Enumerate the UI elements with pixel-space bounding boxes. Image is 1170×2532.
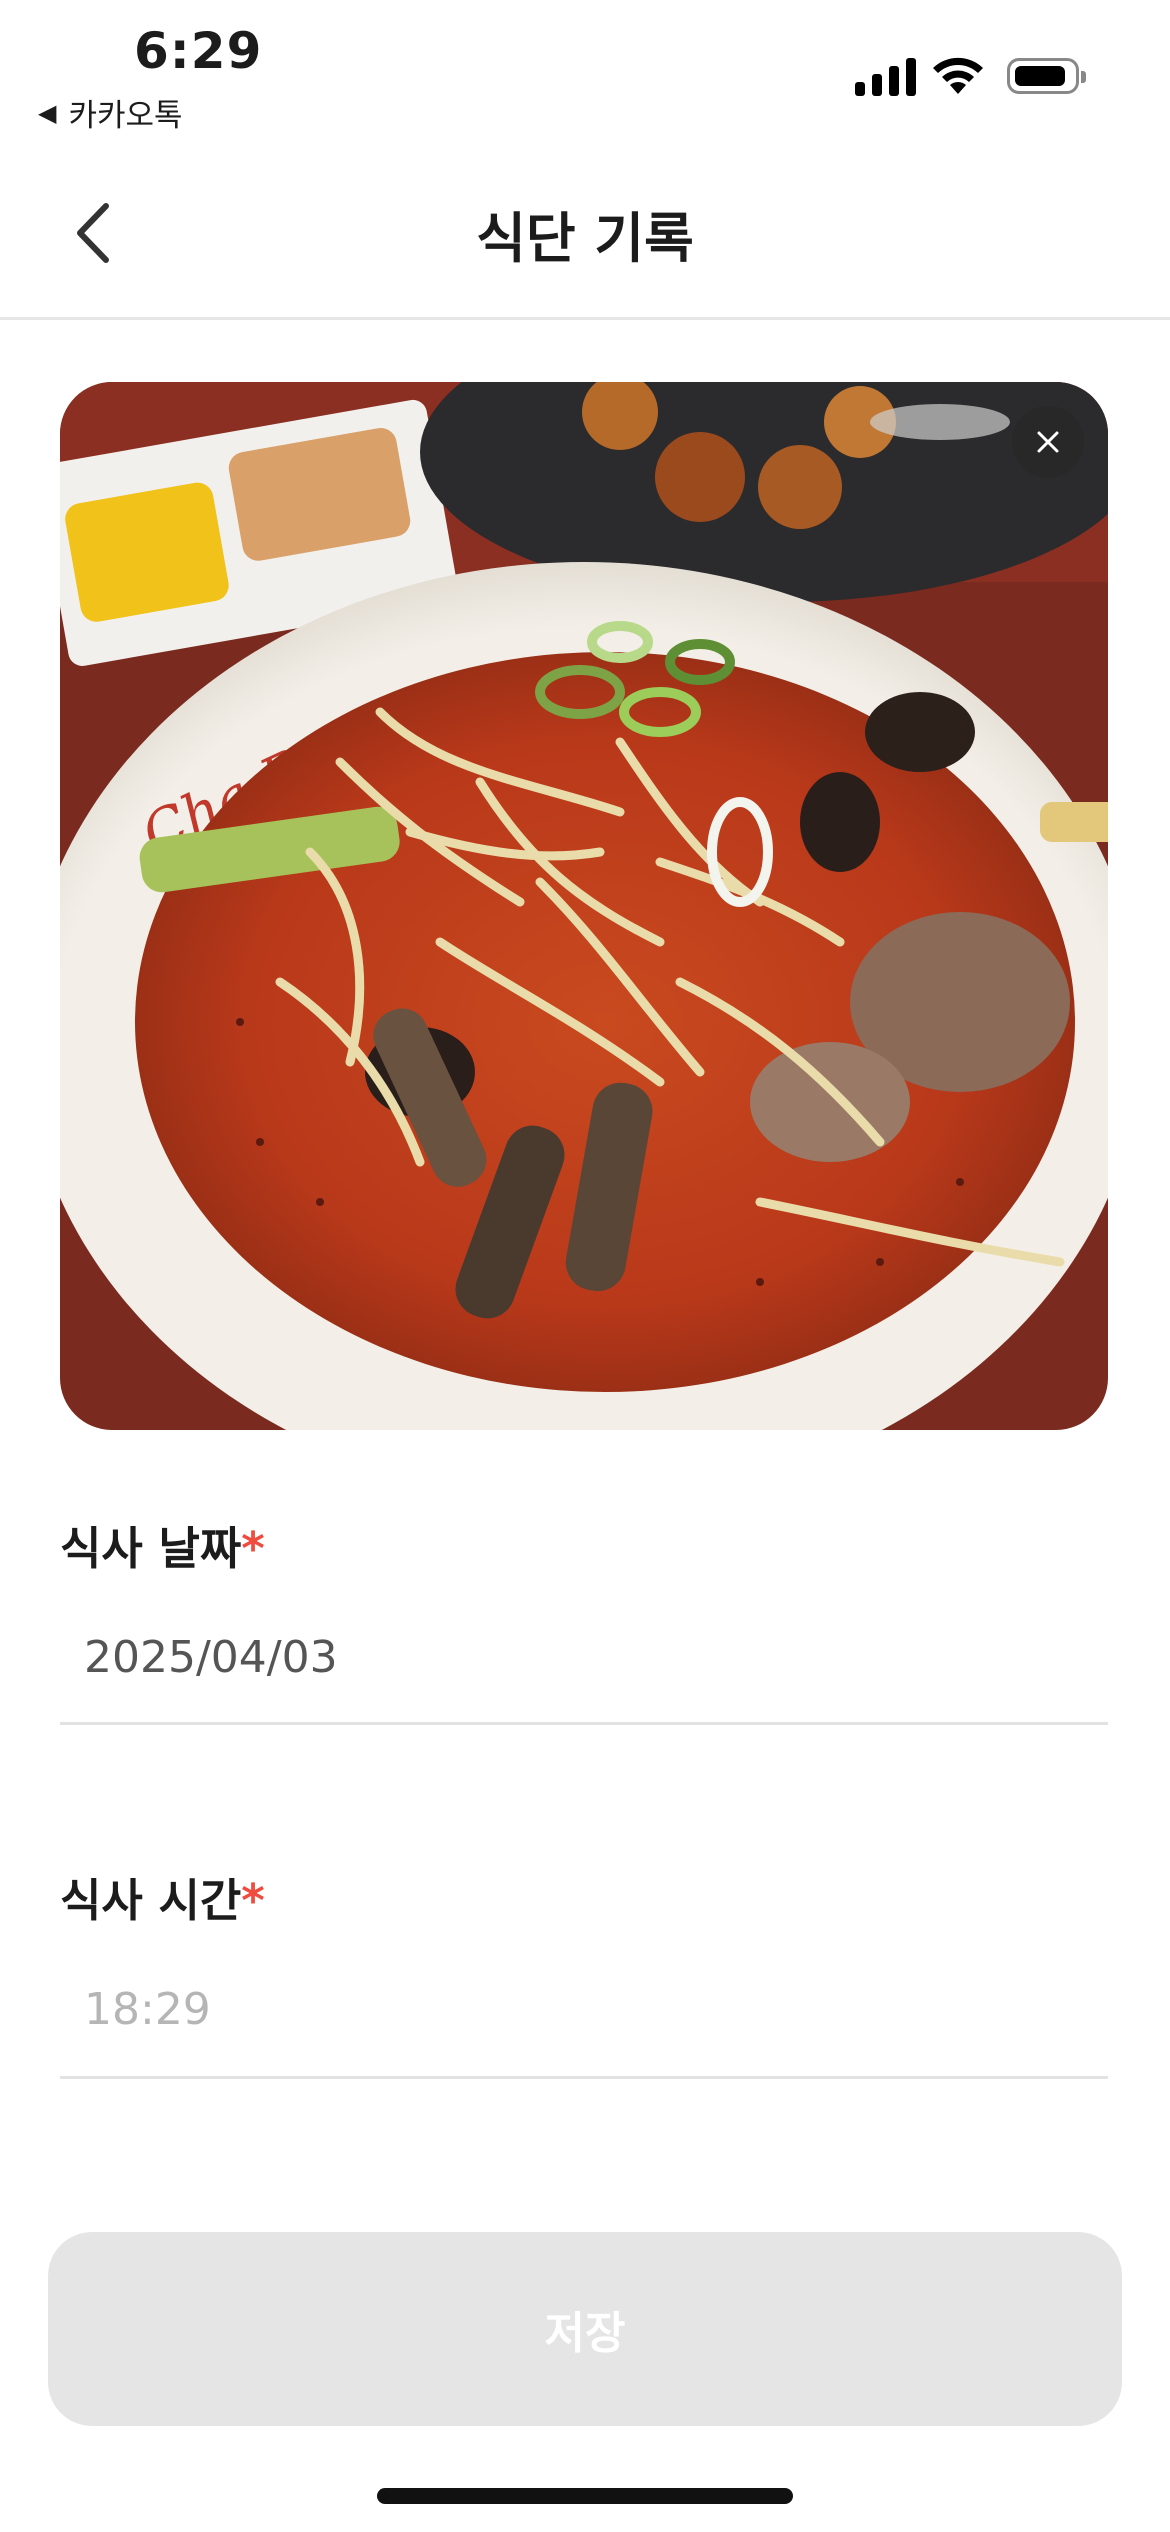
food-photo: Cha·R [60, 382, 1108, 1430]
meal-time-label: 식사 시간* [60, 1864, 265, 1929]
meal-photo: Cha·R [60, 382, 1108, 1430]
meal-time-underline [60, 2076, 1108, 2079]
cellular-signal-icon [855, 56, 916, 96]
save-button[interactable]: 저장 [48, 2232, 1122, 2426]
meal-date-label: 식사 날짜* [60, 1512, 265, 1577]
battery-icon [1007, 58, 1086, 94]
meal-date-field[interactable]: 2025/04/03 [84, 1632, 338, 1683]
meal-date-label-text: 식사 날짜 [60, 1522, 242, 1575]
status-bar: 6:29 ◀ 카카오톡 [0, 0, 1170, 150]
meal-time-field[interactable]: 18:29 [84, 1984, 211, 2035]
back-triangle-icon: ◀ [38, 98, 57, 127]
page-title: 식단 기록 [476, 207, 694, 270]
navigation-bar: 식단 기록 [0, 150, 1170, 320]
home-indicator [377, 2488, 793, 2504]
required-mark: * [241, 1522, 265, 1575]
required-mark: * [241, 1874, 265, 1927]
close-icon[interactable] [1012, 406, 1084, 478]
meal-date-underline [60, 1722, 1108, 1725]
wifi-icon [933, 57, 983, 94]
status-time: 6:29 [134, 22, 263, 80]
meal-time-label-text: 식사 시간 [60, 1874, 242, 1927]
back-to-app-link[interactable]: ◀ 카카오톡 [38, 90, 183, 135]
back-app-label: 카카오톡 [68, 98, 183, 134]
